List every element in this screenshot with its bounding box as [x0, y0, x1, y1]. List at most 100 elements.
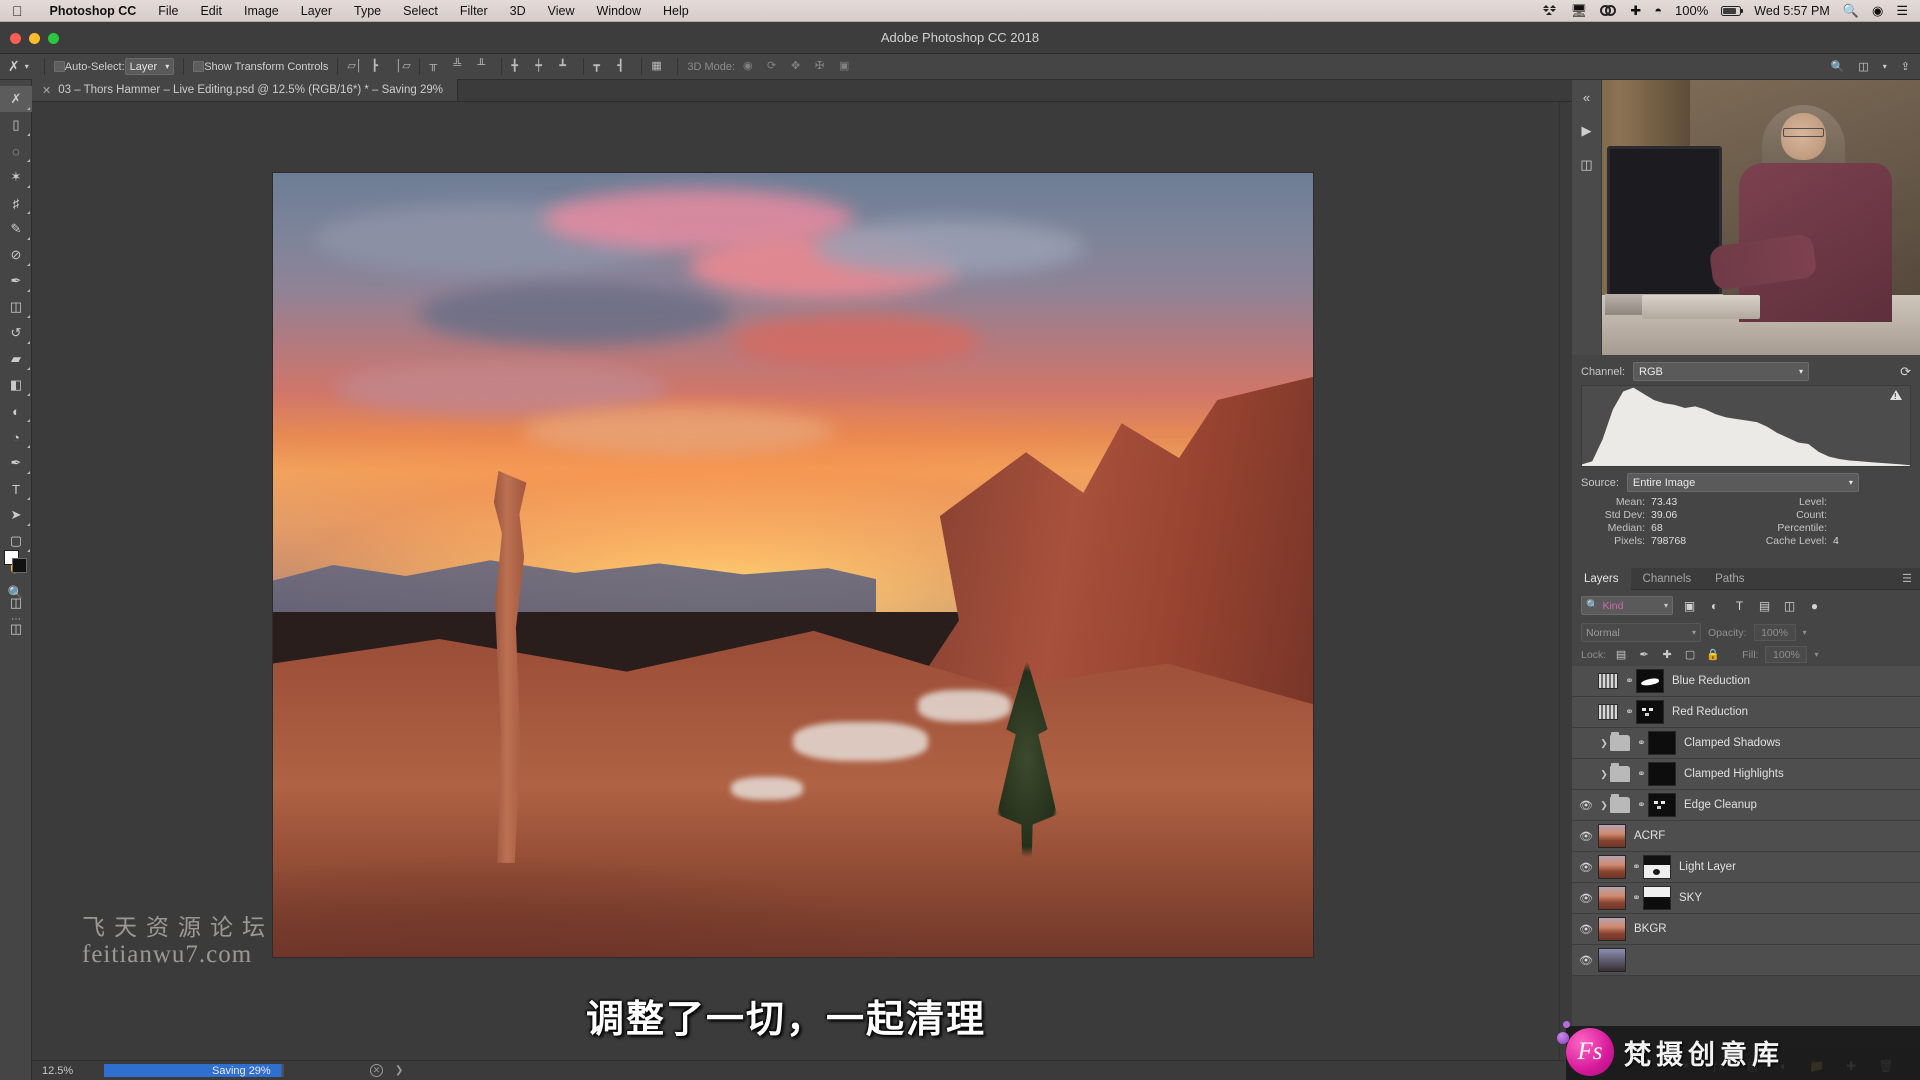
- chevron-right-icon[interactable]: ❯: [1598, 800, 1610, 811]
- layer-name[interactable]: Clamped Shadows: [1684, 737, 1781, 749]
- blend-mode-select[interactable]: Normal ▾: [1581, 623, 1701, 642]
- align-horizontal-centers-icon[interactable]: ┣: [371, 59, 386, 74]
- shape-layer-filter-icon[interactable]: ▤: [1756, 597, 1773, 614]
- brush-tool[interactable]: ✒: [0, 268, 32, 294]
- menu-item-filter[interactable]: Filter: [449, 4, 499, 18]
- cancel-icon[interactable]: ✕: [370, 1064, 383, 1077]
- menu-item-layer[interactable]: Layer: [290, 4, 343, 18]
- align-vertical-centers-icon[interactable]: ╩: [453, 59, 468, 74]
- table-row[interactable]: 👁 ⚭ Red Reduction: [1572, 697, 1920, 728]
- layer-mask-link-icon[interactable]: ⚭: [1635, 800, 1648, 811]
- layer-mask-thumbnail[interactable]: [1648, 793, 1676, 817]
- menu-item-image[interactable]: Image: [233, 4, 290, 18]
- menu-item-3d[interactable]: 3D: [499, 4, 537, 18]
- wifi-icon[interactable]: ◓: [1654, 4, 1662, 17]
- share-icon[interactable]: ⇪: [1901, 60, 1910, 73]
- table-row[interactable]: 👁 ACRF: [1572, 821, 1920, 852]
- layer-thumbnail[interactable]: [1598, 824, 1626, 848]
- layer-name[interactable]: Red Reduction: [1672, 706, 1748, 718]
- pen-tool[interactable]: ✒: [0, 450, 32, 476]
- orbit-3d-icon[interactable]: ◉: [743, 59, 758, 74]
- layer-mask-thumbnail[interactable]: [1643, 886, 1671, 910]
- menu-item-window[interactable]: Window: [586, 4, 652, 18]
- menu-item-file[interactable]: File: [147, 4, 189, 18]
- menu-item-help[interactable]: Help: [652, 4, 700, 18]
- opacity-value[interactable]: 100%: [1753, 624, 1796, 641]
- pan-3d-icon[interactable]: ✥: [791, 59, 806, 74]
- notification-center-icon[interactable]: ☰: [1896, 4, 1908, 17]
- fill-value[interactable]: 100%: [1765, 646, 1808, 663]
- creative-cloud-icon[interactable]: [1600, 5, 1617, 17]
- layer-thumbnail[interactable]: [1598, 948, 1626, 972]
- quick-mask-mode-icon[interactable]: ◫: [0, 590, 32, 616]
- histogram-graph[interactable]: [1581, 385, 1911, 467]
- roll-3d-icon[interactable]: ⟳: [767, 59, 782, 74]
- layer-name[interactable]: SKY: [1679, 892, 1702, 904]
- layer-name[interactable]: BKGR: [1634, 923, 1667, 935]
- layer-visibility-toggle[interactable]: 👁: [1574, 768, 1598, 781]
- layer-mask-link-icon[interactable]: ⚭: [1630, 893, 1643, 904]
- search-icon[interactable]: 🔍: [1831, 60, 1845, 73]
- layer-mask-link-icon[interactable]: ⚭: [1635, 769, 1648, 780]
- layer-mask-link-icon[interactable]: ⚭: [1623, 676, 1636, 687]
- scale-3d-icon[interactable]: ▣: [839, 59, 854, 74]
- layer-thumbnail[interactable]: [1598, 917, 1626, 941]
- align-right-edges-icon[interactable]: │▱: [395, 59, 410, 74]
- table-row[interactable]: 👁 ❯ ⚭ Clamped Highlights: [1572, 759, 1920, 790]
- layer-visibility-toggle[interactable]: 👁: [1574, 954, 1598, 967]
- chevron-right-icon[interactable]: ❯: [1598, 738, 1610, 749]
- auto-select-scope-select[interactable]: Layer ▾: [124, 58, 175, 75]
- filter-toggle-icon[interactable]: ●: [1806, 597, 1823, 614]
- instructor-video-overlay[interactable]: [1572, 80, 1920, 355]
- layer-visibility-toggle[interactable]: 👁: [1574, 799, 1598, 812]
- lock-image-pixels-icon[interactable]: ✒: [1636, 647, 1652, 663]
- distribute-bottom-edges-icon[interactable]: ┻: [559, 59, 574, 74]
- chevron-right-icon[interactable]: ❯: [395, 1065, 403, 1076]
- move-tool[interactable]: ✗: [0, 86, 32, 112]
- layer-visibility-toggle[interactable]: 👁: [1574, 706, 1598, 719]
- layer-mask-link-icon[interactable]: ⚭: [1623, 707, 1636, 718]
- layer-visibility-toggle[interactable]: 👁: [1574, 923, 1598, 936]
- display-icon[interactable]: 🖥: [1571, 4, 1588, 17]
- chevron-down-icon[interactable]: ▾: [1814, 650, 1818, 659]
- panel-menu-icon[interactable]: ☰: [1902, 572, 1920, 585]
- table-row[interactable]: 👁 ❯ ⚭ Edge Cleanup: [1572, 790, 1920, 821]
- table-row[interactable]: 👁 ⚭ Blue Reduction: [1572, 666, 1920, 697]
- tab-channels[interactable]: Channels: [1631, 568, 1704, 590]
- layer-name[interactable]: ACRF: [1634, 830, 1665, 842]
- color-swatches[interactable]: [4, 550, 28, 574]
- table-row[interactable]: 👁: [1572, 945, 1920, 976]
- layer-visibility-toggle[interactable]: 👁: [1574, 737, 1598, 750]
- background-color-swatch[interactable]: [12, 558, 27, 573]
- slide-3d-icon[interactable]: ✠: [815, 59, 830, 74]
- layer-visibility-toggle[interactable]: 👁: [1574, 892, 1598, 905]
- type-layer-filter-icon[interactable]: T: [1731, 597, 1748, 614]
- eyedropper-tool[interactable]: ✎: [0, 216, 32, 242]
- horizontal-type-tool[interactable]: T: [0, 476, 32, 502]
- layer-visibility-toggle[interactable]: 👁: [1574, 830, 1598, 843]
- layer-mask-link-icon[interactable]: ⚭: [1635, 738, 1648, 749]
- chevron-down-icon[interactable]: ▾: [25, 62, 29, 71]
- chevron-right-icon[interactable]: ❯: [1598, 769, 1610, 780]
- table-row[interactable]: 👁 ❯ ⚭ Clamped Shadows: [1572, 728, 1920, 759]
- airdrop-icon[interactable]: ✚: [1630, 4, 1641, 17]
- history-brush-tool[interactable]: ↺: [0, 320, 32, 346]
- battery-icon[interactable]: [1721, 5, 1744, 16]
- distribute-left-edges-icon[interactable]: ┳: [593, 59, 608, 74]
- layer-mask-thumbnail[interactable]: [1636, 669, 1664, 693]
- tab-paths[interactable]: Paths: [1703, 568, 1756, 590]
- workspace-icon[interactable]: ◫: [1858, 60, 1868, 73]
- table-row[interactable]: 👁 BKGR: [1572, 914, 1920, 945]
- layer-name[interactable]: Light Layer: [1679, 861, 1736, 873]
- dodge-tool[interactable]: ◔: [0, 424, 32, 450]
- close-window-button[interactable]: [10, 33, 21, 44]
- distribute-top-edges-icon[interactable]: ╋: [511, 59, 526, 74]
- lock-transparent-pixels-icon[interactable]: ▤: [1613, 647, 1629, 663]
- layer-mask-thumbnail[interactable]: [1648, 731, 1676, 755]
- adjustment-layer-filter-icon[interactable]: ◐: [1706, 597, 1723, 614]
- layer-visibility-toggle[interactable]: 👁: [1574, 861, 1598, 874]
- table-row[interactable]: 👁 ⚭ SKY: [1572, 883, 1920, 914]
- zoom-level-field[interactable]: 12.5%: [42, 1065, 104, 1077]
- cached-data-warning-icon[interactable]: [1890, 390, 1902, 401]
- spot-healing-brush-tool[interactable]: ⊘: [0, 242, 32, 268]
